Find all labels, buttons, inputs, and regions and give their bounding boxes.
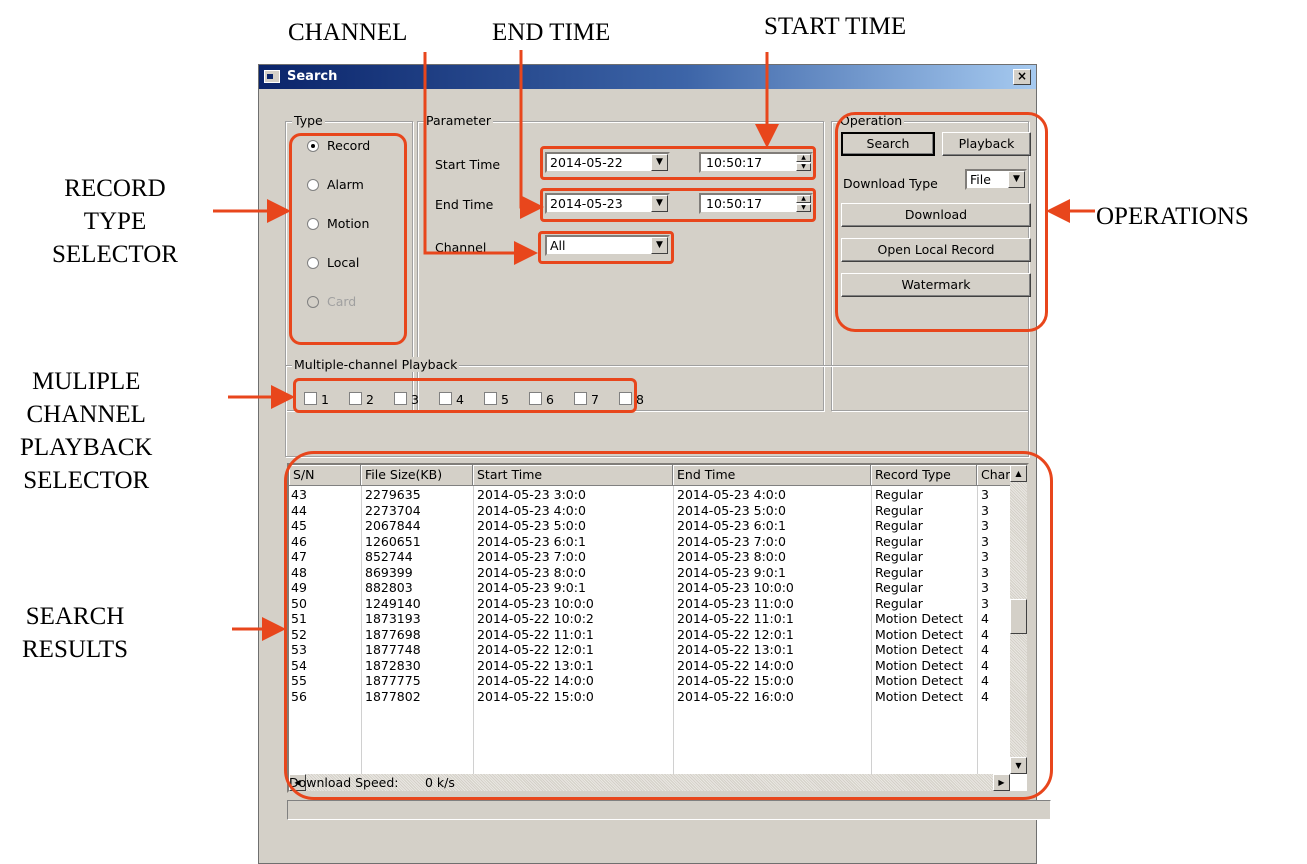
arrow-end-time — [519, 50, 544, 219]
annotation-arrows — [213, 50, 1095, 641]
arrow-channel — [423, 52, 538, 265]
